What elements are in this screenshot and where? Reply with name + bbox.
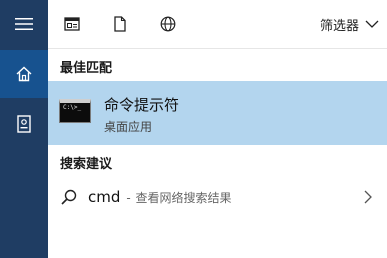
notebook-icon xyxy=(17,115,31,133)
best-match-app-type: 桌面应用 xyxy=(104,120,153,134)
filter-label: 筛选器 xyxy=(319,18,359,34)
web-filter-button[interactable] xyxy=(158,14,178,34)
globe-icon xyxy=(160,16,176,32)
best-match-result[interactable]: C:\>_ 命令提示符 桌面应用 xyxy=(48,81,387,145)
window-icon xyxy=(64,17,80,31)
search-icon xyxy=(61,189,77,205)
filter-dropdown[interactable]: 筛选器 xyxy=(320,14,379,34)
best-match-heading: 最佳匹配 xyxy=(60,61,113,76)
search-toolbar: 筛选器 xyxy=(48,0,387,49)
suggestion-query: cmd xyxy=(88,188,121,206)
left-rail xyxy=(0,0,48,258)
hamburger-menu-button[interactable] xyxy=(0,0,48,48)
search-suggestion-item[interactable]: cmd - 查看网络搜索结果 xyxy=(48,176,387,218)
home-button[interactable] xyxy=(0,50,48,98)
hamburger-menu-icon xyxy=(15,18,33,30)
document-icon xyxy=(114,16,126,32)
apps-filter-button[interactable] xyxy=(62,14,82,34)
search-suggestions-heading: 搜索建议 xyxy=(60,157,113,172)
documents-filter-button[interactable] xyxy=(110,14,130,34)
suggestion-separator: - xyxy=(126,191,131,205)
suggestion-text: cmd - 查看网络搜索结果 xyxy=(88,188,232,206)
home-icon xyxy=(16,66,32,82)
search-panel: 筛选器 最佳匹配 C:\>_ 命令提示符 桌面应用 搜索建议 cmd - 查看网络… xyxy=(48,0,387,258)
chevron-right-icon[interactable] xyxy=(363,190,373,204)
chevron-down-icon xyxy=(365,20,379,28)
best-match-app-name: 命令提示符 xyxy=(104,96,180,114)
suggestion-hint: 查看网络搜索结果 xyxy=(135,191,232,205)
notebook-button[interactable] xyxy=(0,100,48,148)
command-prompt-icon: C:\>_ xyxy=(59,99,91,123)
